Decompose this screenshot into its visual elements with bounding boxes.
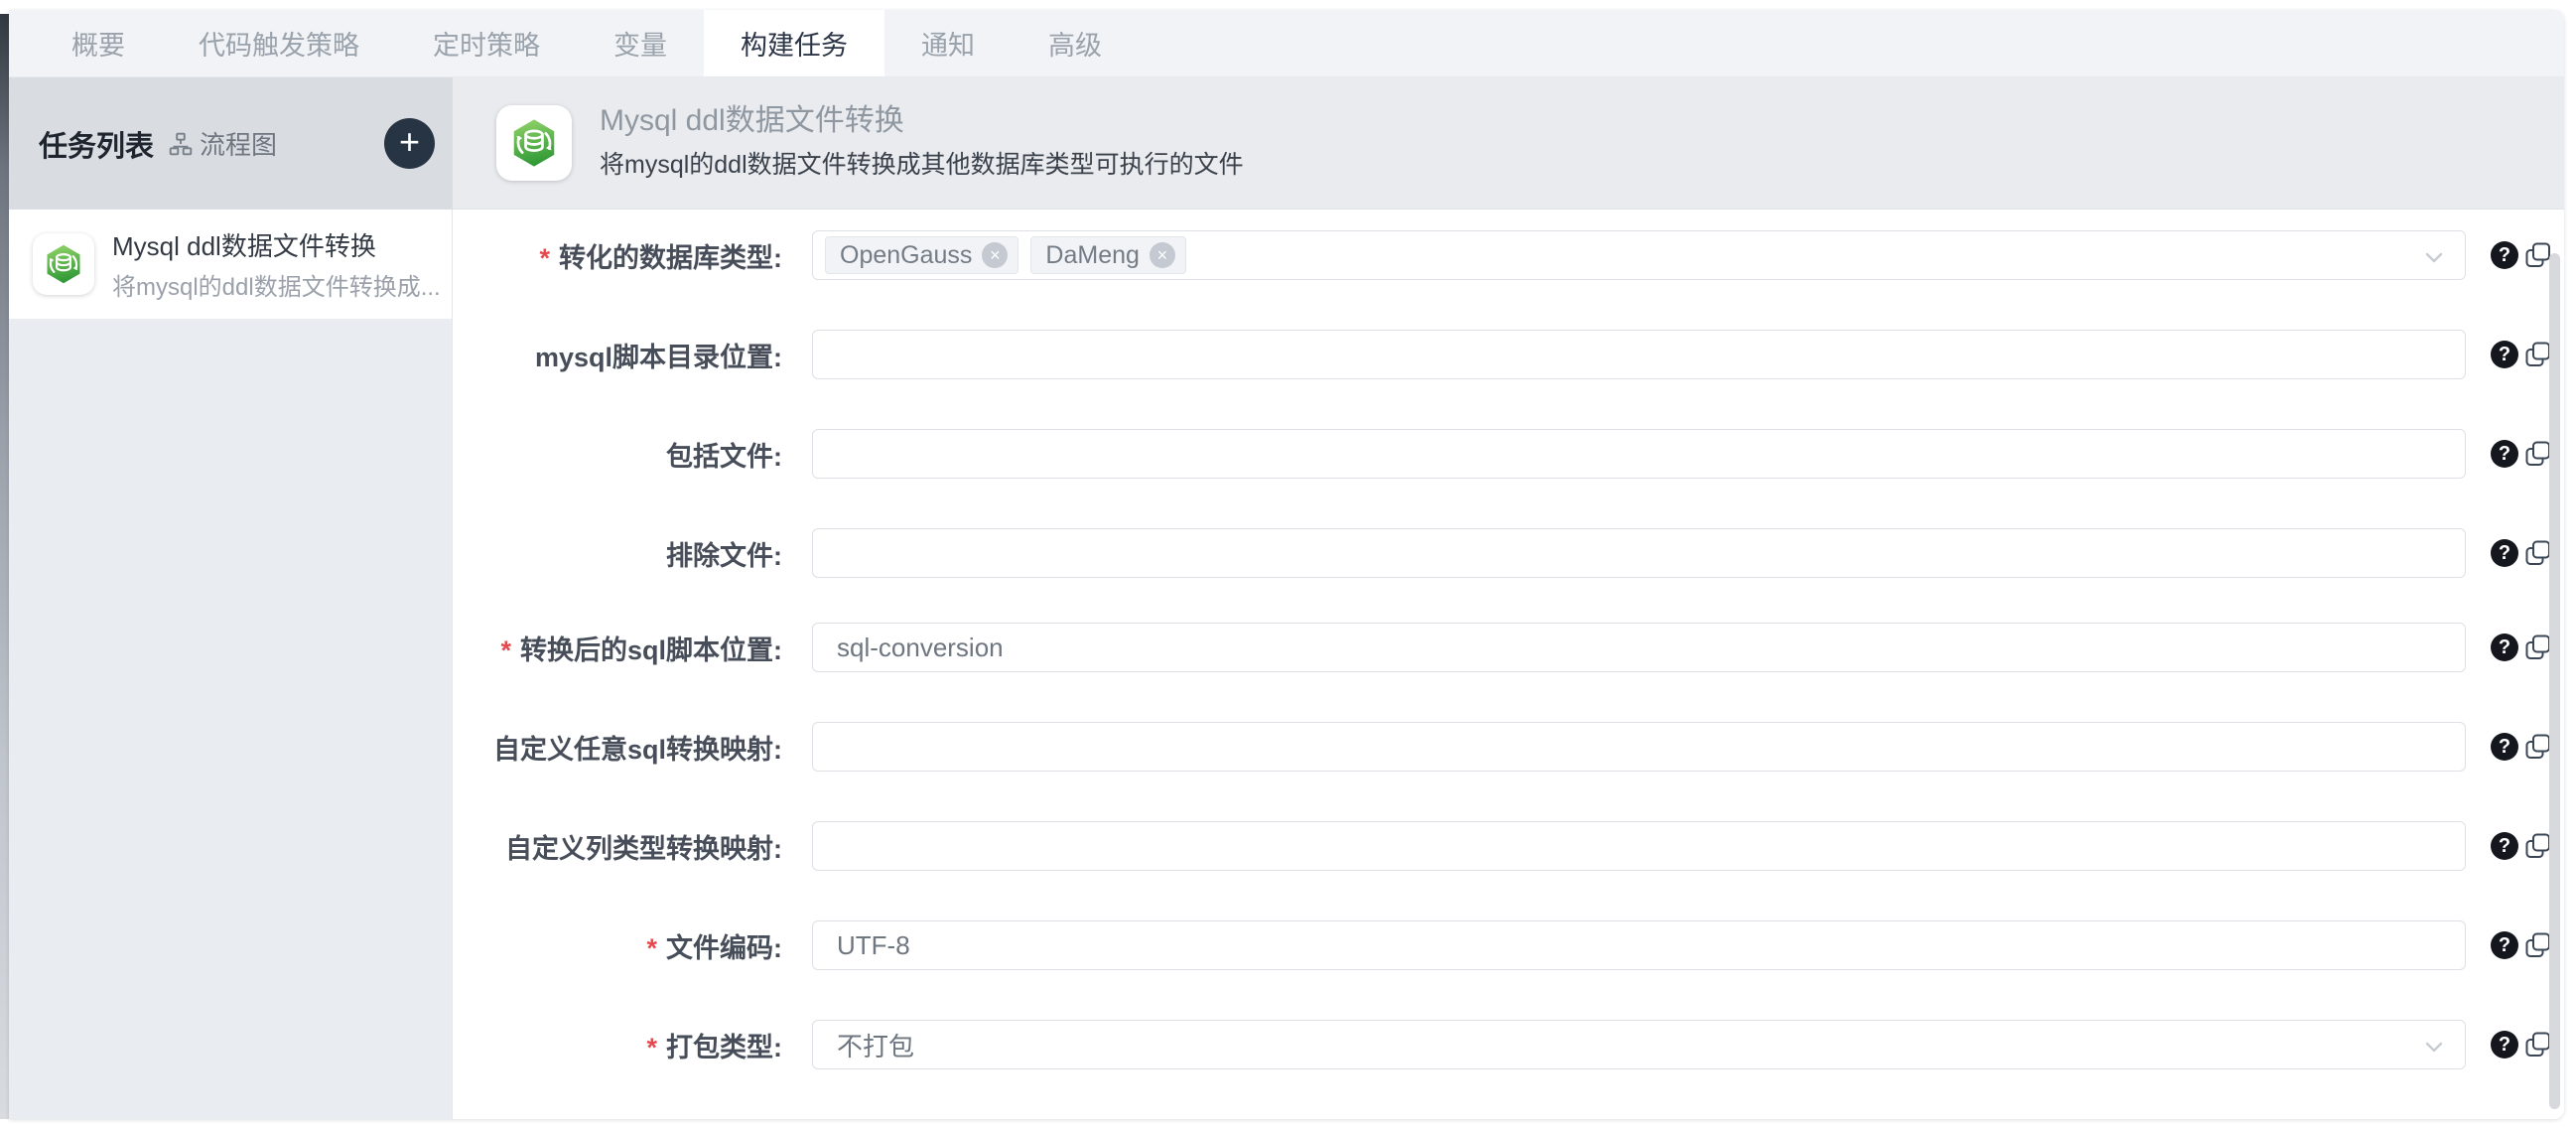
tab-advanced[interactable]: 高级	[1012, 10, 1139, 76]
help-icon[interactable]: ?	[2491, 539, 2518, 567]
field-label: * 转换后的sql脚本位置:	[500, 623, 782, 672]
task-detail-header: Mysql ddl数据文件转换 将mysql的ddl数据文件转换成其他数据库类型…	[453, 77, 2564, 210]
task-item-subtitle: 将mysql的ddl数据文件转换成...	[112, 267, 440, 302]
selected-tag[interactable]: DaMeng ×	[1030, 236, 1186, 274]
tab-build-tasks[interactable]: 构建任务	[704, 10, 884, 76]
exclude-files-input[interactable]	[812, 528, 2466, 578]
help-icon[interactable]: ?	[2491, 832, 2518, 860]
remove-tag-icon[interactable]: ×	[982, 242, 1008, 268]
db-types-multiselect[interactable]: OpenGauss × DaMeng ×	[812, 230, 2466, 280]
flowchart-icon	[168, 131, 194, 157]
field-label: 排除文件:	[666, 528, 782, 578]
field-label: 自定义列类型转换映射:	[505, 821, 782, 871]
help-icon[interactable]: ?	[2491, 241, 2518, 269]
flowchart-label: 流程图	[200, 125, 277, 162]
task-detail-title: Mysql ddl数据文件转换	[600, 95, 904, 139]
help-icon[interactable]: ?	[2491, 634, 2518, 661]
task-list-title: 任务列表	[39, 123, 154, 165]
field-label: 包括文件:	[666, 429, 782, 479]
field-label: * 文件编码:	[646, 920, 782, 970]
include-files-input[interactable]	[812, 429, 2466, 479]
form-row-sql-output-path: * 转换后的sql脚本位置: ?	[453, 623, 2564, 672]
task-list-item[interactable]: Mysql ddl数据文件转换 将mysql的ddl数据文件转换成...	[9, 210, 452, 319]
task-icon-tile	[33, 233, 94, 295]
selected-tag[interactable]: OpenGauss ×	[825, 236, 1018, 274]
page: 概要 代码触发策略 定时策略 变量 构建任务 通知 高级 任务列表	[0, 0, 2576, 1129]
custom-sql-mapping-input[interactable]	[812, 722, 2466, 772]
required-marker: *	[539, 237, 550, 274]
form-row-custom-sql-mapping: 自定义任意sql转换映射: ?	[453, 722, 2564, 772]
package-type-value: 不打包	[837, 1027, 914, 1063]
form-row-db-types: * 转化的数据库类型: OpenGauss × DaMeng × ?	[453, 230, 2564, 280]
flowchart-link[interactable]: 流程图	[168, 125, 277, 162]
task-item-title: Mysql ddl数据文件转换	[112, 226, 440, 263]
app-window: 概要 代码触发策略 定时策略 变量 构建任务 通知 高级 任务列表	[9, 10, 2564, 1119]
field-label: * 打包类型:	[646, 1020, 782, 1069]
file-encoding-input[interactable]	[812, 920, 2466, 970]
column-type-mapping-input[interactable]	[812, 821, 2466, 871]
db-convert-icon	[507, 116, 561, 170]
form-row-file-encoding: * 文件编码: ?	[453, 920, 2564, 970]
vertical-scrollbar[interactable]	[2549, 253, 2560, 1109]
tab-bar: 概要 代码触发策略 定时策略 变量 构建任务 通知 高级	[9, 10, 2564, 77]
form-row-mysql-script-dir: mysql脚本目录位置: ?	[453, 330, 2564, 379]
required-marker: *	[646, 927, 657, 964]
tag-label: OpenGauss	[840, 241, 972, 270]
mysql-script-dir-input[interactable]	[812, 330, 2466, 379]
db-convert-icon	[42, 242, 85, 286]
required-marker: *	[500, 630, 511, 666]
add-task-button[interactable]: +	[384, 118, 435, 169]
help-icon[interactable]: ?	[2491, 1031, 2518, 1058]
sql-output-path-input[interactable]	[812, 623, 2466, 672]
tab-summary[interactable]: 概要	[35, 10, 162, 76]
tab-code-trigger-policy[interactable]: 代码触发策略	[162, 10, 396, 76]
form-row-include-files: 包括文件: ?	[453, 429, 2564, 479]
task-list: Mysql ddl数据文件转换 将mysql的ddl数据文件转换成...	[9, 210, 453, 1119]
help-icon[interactable]: ?	[2491, 341, 2518, 368]
package-type-select[interactable]: 不打包	[812, 1020, 2466, 1069]
tab-notifications[interactable]: 通知	[884, 10, 1012, 76]
required-marker: *	[646, 1027, 657, 1063]
field-label: * 转化的数据库类型:	[539, 230, 782, 280]
tab-schedule-policy[interactable]: 定时策略	[396, 10, 577, 76]
remove-tag-icon[interactable]: ×	[1150, 242, 1175, 268]
form-row-column-type-mapping: 自定义列类型转换映射: ?	[453, 821, 2564, 871]
form-row-package-type: * 打包类型: 不打包 ?	[453, 1020, 2564, 1069]
chevron-down-icon	[2419, 242, 2449, 272]
form-row-exclude-files: 排除文件: ?	[453, 528, 2564, 578]
help-icon[interactable]: ?	[2491, 733, 2518, 761]
task-icon-tile	[496, 105, 572, 181]
help-icon[interactable]: ?	[2491, 931, 2518, 959]
tag-label: DaMeng	[1045, 241, 1140, 270]
field-label: 自定义任意sql转换映射:	[493, 722, 782, 772]
tab-variables[interactable]: 变量	[577, 10, 704, 76]
field-label: mysql脚本目录位置:	[535, 330, 782, 379]
help-icon[interactable]: ?	[2491, 440, 2518, 468]
chevron-down-icon	[2419, 1032, 2449, 1061]
task-list-header: 任务列表 流程图 +	[9, 77, 453, 210]
collapsed-nav-sliver	[0, 14, 9, 1119]
task-detail-description: 将mysql的ddl数据文件转换成其他数据库类型可执行的文件	[600, 145, 1244, 181]
